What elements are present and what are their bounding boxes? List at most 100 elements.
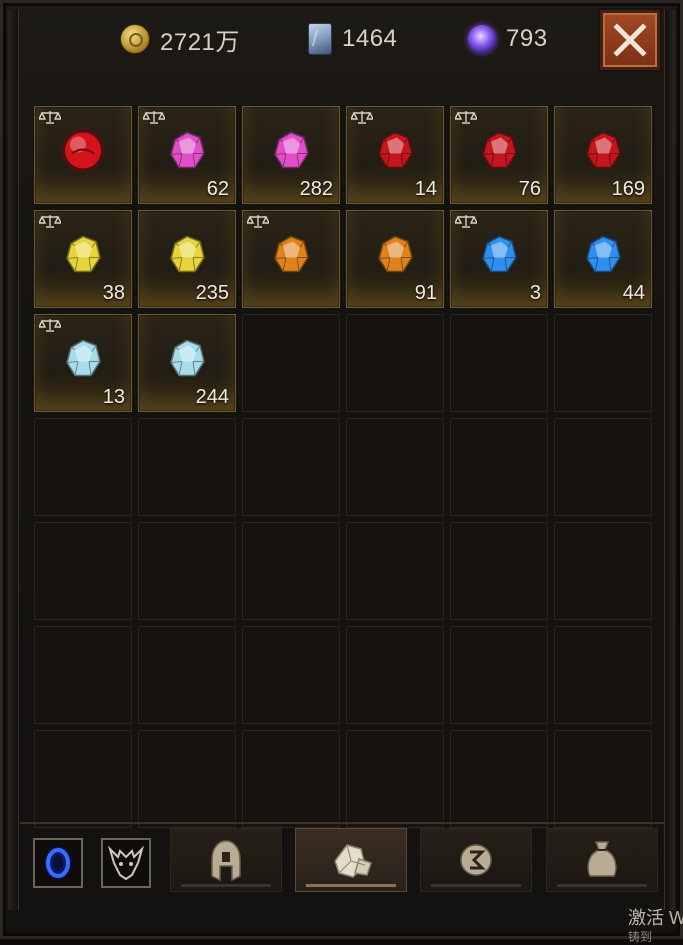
inventory-slot-ruby-gem[interactable]: 14: [346, 106, 444, 204]
topaz-gem-icon: [167, 234, 207, 281]
item-quantity: 38: [102, 282, 125, 304]
inventory-slot-empty[interactable]: [34, 626, 132, 724]
inventory-slot-empty[interactable]: [242, 730, 340, 828]
currency-scroll: 1464: [308, 20, 397, 58]
currency-orb: 793: [468, 20, 548, 58]
inventory-slot-amber-gem[interactable]: 91: [346, 210, 444, 308]
inventory-slot-empty[interactable]: [346, 626, 444, 724]
inventory-slot-ruby-gem[interactable]: 76: [450, 106, 548, 204]
quick-slot-demon[interactable]: [101, 838, 151, 888]
item-quantity: 91: [414, 282, 437, 304]
tradable-scale-icon: [141, 110, 167, 129]
gold-coin-icon: [120, 24, 150, 54]
inventory-slot-ruby-orb[interactable]: [34, 106, 132, 204]
inventory-slot-amethyst-gem[interactable]: 282: [242, 106, 340, 204]
tradable-scale-icon: [37, 214, 63, 233]
inventory-slot-empty[interactable]: [346, 314, 444, 412]
inventory-slot-empty[interactable]: [346, 730, 444, 828]
tab-equipment[interactable]: [170, 828, 282, 892]
inventory-slot-empty[interactable]: [138, 418, 236, 516]
inventory-slot-diamond-gem[interactable]: 13: [34, 314, 132, 412]
inventory-slot-empty[interactable]: [138, 626, 236, 724]
amethyst-gem-icon: [271, 130, 311, 177]
inventory-slot-empty[interactable]: [450, 418, 548, 516]
item-quantity: 44: [622, 282, 645, 304]
inventory-slot-empty[interactable]: [138, 730, 236, 828]
inventory-slot-amber-gem[interactable]: [242, 210, 340, 308]
inventory-slot-empty[interactable]: [450, 522, 548, 620]
inventory-slot-empty[interactable]: [554, 418, 652, 516]
inventory-slot-empty[interactable]: [554, 314, 652, 412]
frame-border-right: [664, 10, 675, 910]
inventory-slot-diamond-gem[interactable]: 244: [138, 314, 236, 412]
footer-activation-text: 激活 W: [628, 908, 683, 928]
item-quantity: 62: [206, 178, 229, 200]
inventory-slot-empty[interactable]: [554, 626, 652, 724]
inventory-slot-empty[interactable]: [554, 730, 652, 828]
item-quantity: 3: [529, 282, 541, 304]
close-icon: [613, 23, 647, 57]
inventory-slot-empty[interactable]: [554, 522, 652, 620]
sapphire-gem-icon: [583, 234, 623, 281]
inventory-slot-empty[interactable]: [346, 522, 444, 620]
ruby-gem-icon: [583, 130, 623, 177]
item-quantity: 14: [414, 178, 437, 200]
tab-gems[interactable]: [295, 828, 407, 892]
inventory-slot-empty[interactable]: [450, 314, 548, 412]
inventory-slot-amethyst-gem[interactable]: 62: [138, 106, 236, 204]
inventory-slot-empty[interactable]: [34, 730, 132, 828]
close-button[interactable]: [600, 10, 660, 70]
blue-portal-icon: [45, 847, 71, 879]
inventory-slot-empty[interactable]: [242, 522, 340, 620]
gem-tab-icon: [334, 844, 372, 878]
item-quantity: 282: [299, 178, 333, 200]
amber-gem-icon: [375, 234, 415, 281]
sapphire-gem-icon: [479, 234, 519, 281]
inventory-slot-empty[interactable]: [138, 522, 236, 620]
inventory-slot-empty[interactable]: [242, 418, 340, 516]
inventory-slot-empty[interactable]: [34, 418, 132, 516]
inventory-slot-empty[interactable]: [346, 418, 444, 516]
orb-amount: 793: [506, 25, 548, 52]
tradable-scale-icon: [349, 110, 375, 129]
inventory-slot-empty[interactable]: [450, 626, 548, 724]
tradable-scale-icon: [453, 214, 479, 233]
rune-icon: [460, 844, 492, 876]
amber-gem-icon: [271, 234, 311, 281]
ruby-orb-icon: [58, 126, 108, 181]
topaz-gem-icon: [63, 234, 103, 281]
currency-gold: 2721万: [120, 20, 240, 58]
diamond-gem-icon: [63, 338, 103, 385]
item-quantity: 244: [195, 386, 229, 408]
amethyst-gem-icon: [167, 130, 207, 177]
tradable-scale-icon: [37, 318, 63, 337]
inventory-slot-empty[interactable]: [34, 522, 132, 620]
frame-border-left: [8, 10, 19, 910]
quick-slot-portal[interactable]: [33, 838, 83, 888]
inventory-slot-empty[interactable]: [242, 314, 340, 412]
scroll-amount: 1464: [342, 25, 398, 52]
scroll-icon: [308, 23, 332, 55]
money-bag-icon: [587, 841, 617, 877]
inventory-slot-empty[interactable]: [450, 730, 548, 828]
demon-head-icon: [107, 845, 145, 881]
gold-amount: 2721万: [160, 28, 240, 56]
tradable-scale-icon: [453, 110, 479, 129]
inventory-slot-topaz-gem[interactable]: 235: [138, 210, 236, 308]
helmet-icon: [211, 840, 241, 882]
inventory-slot-sapphire-gem[interactable]: 44: [554, 210, 652, 308]
inventory-slot-topaz-gem[interactable]: 38: [34, 210, 132, 308]
inventory-slot-empty[interactable]: [242, 626, 340, 724]
item-quantity: 169: [611, 178, 645, 200]
footer-subtext: 铸到: [628, 930, 653, 944]
inventory-slot-ruby-gem[interactable]: 169: [554, 106, 652, 204]
item-quantity: 76: [518, 178, 541, 200]
tradable-scale-icon: [245, 214, 271, 233]
purple-orb-icon: [468, 25, 496, 53]
diamond-gem-icon: [167, 338, 207, 385]
tab-runes[interactable]: [420, 828, 532, 892]
tab-materials[interactable]: [546, 828, 658, 892]
item-quantity: 13: [102, 386, 125, 408]
item-quantity: 235: [195, 282, 229, 304]
inventory-slot-sapphire-gem[interactable]: 3: [450, 210, 548, 308]
